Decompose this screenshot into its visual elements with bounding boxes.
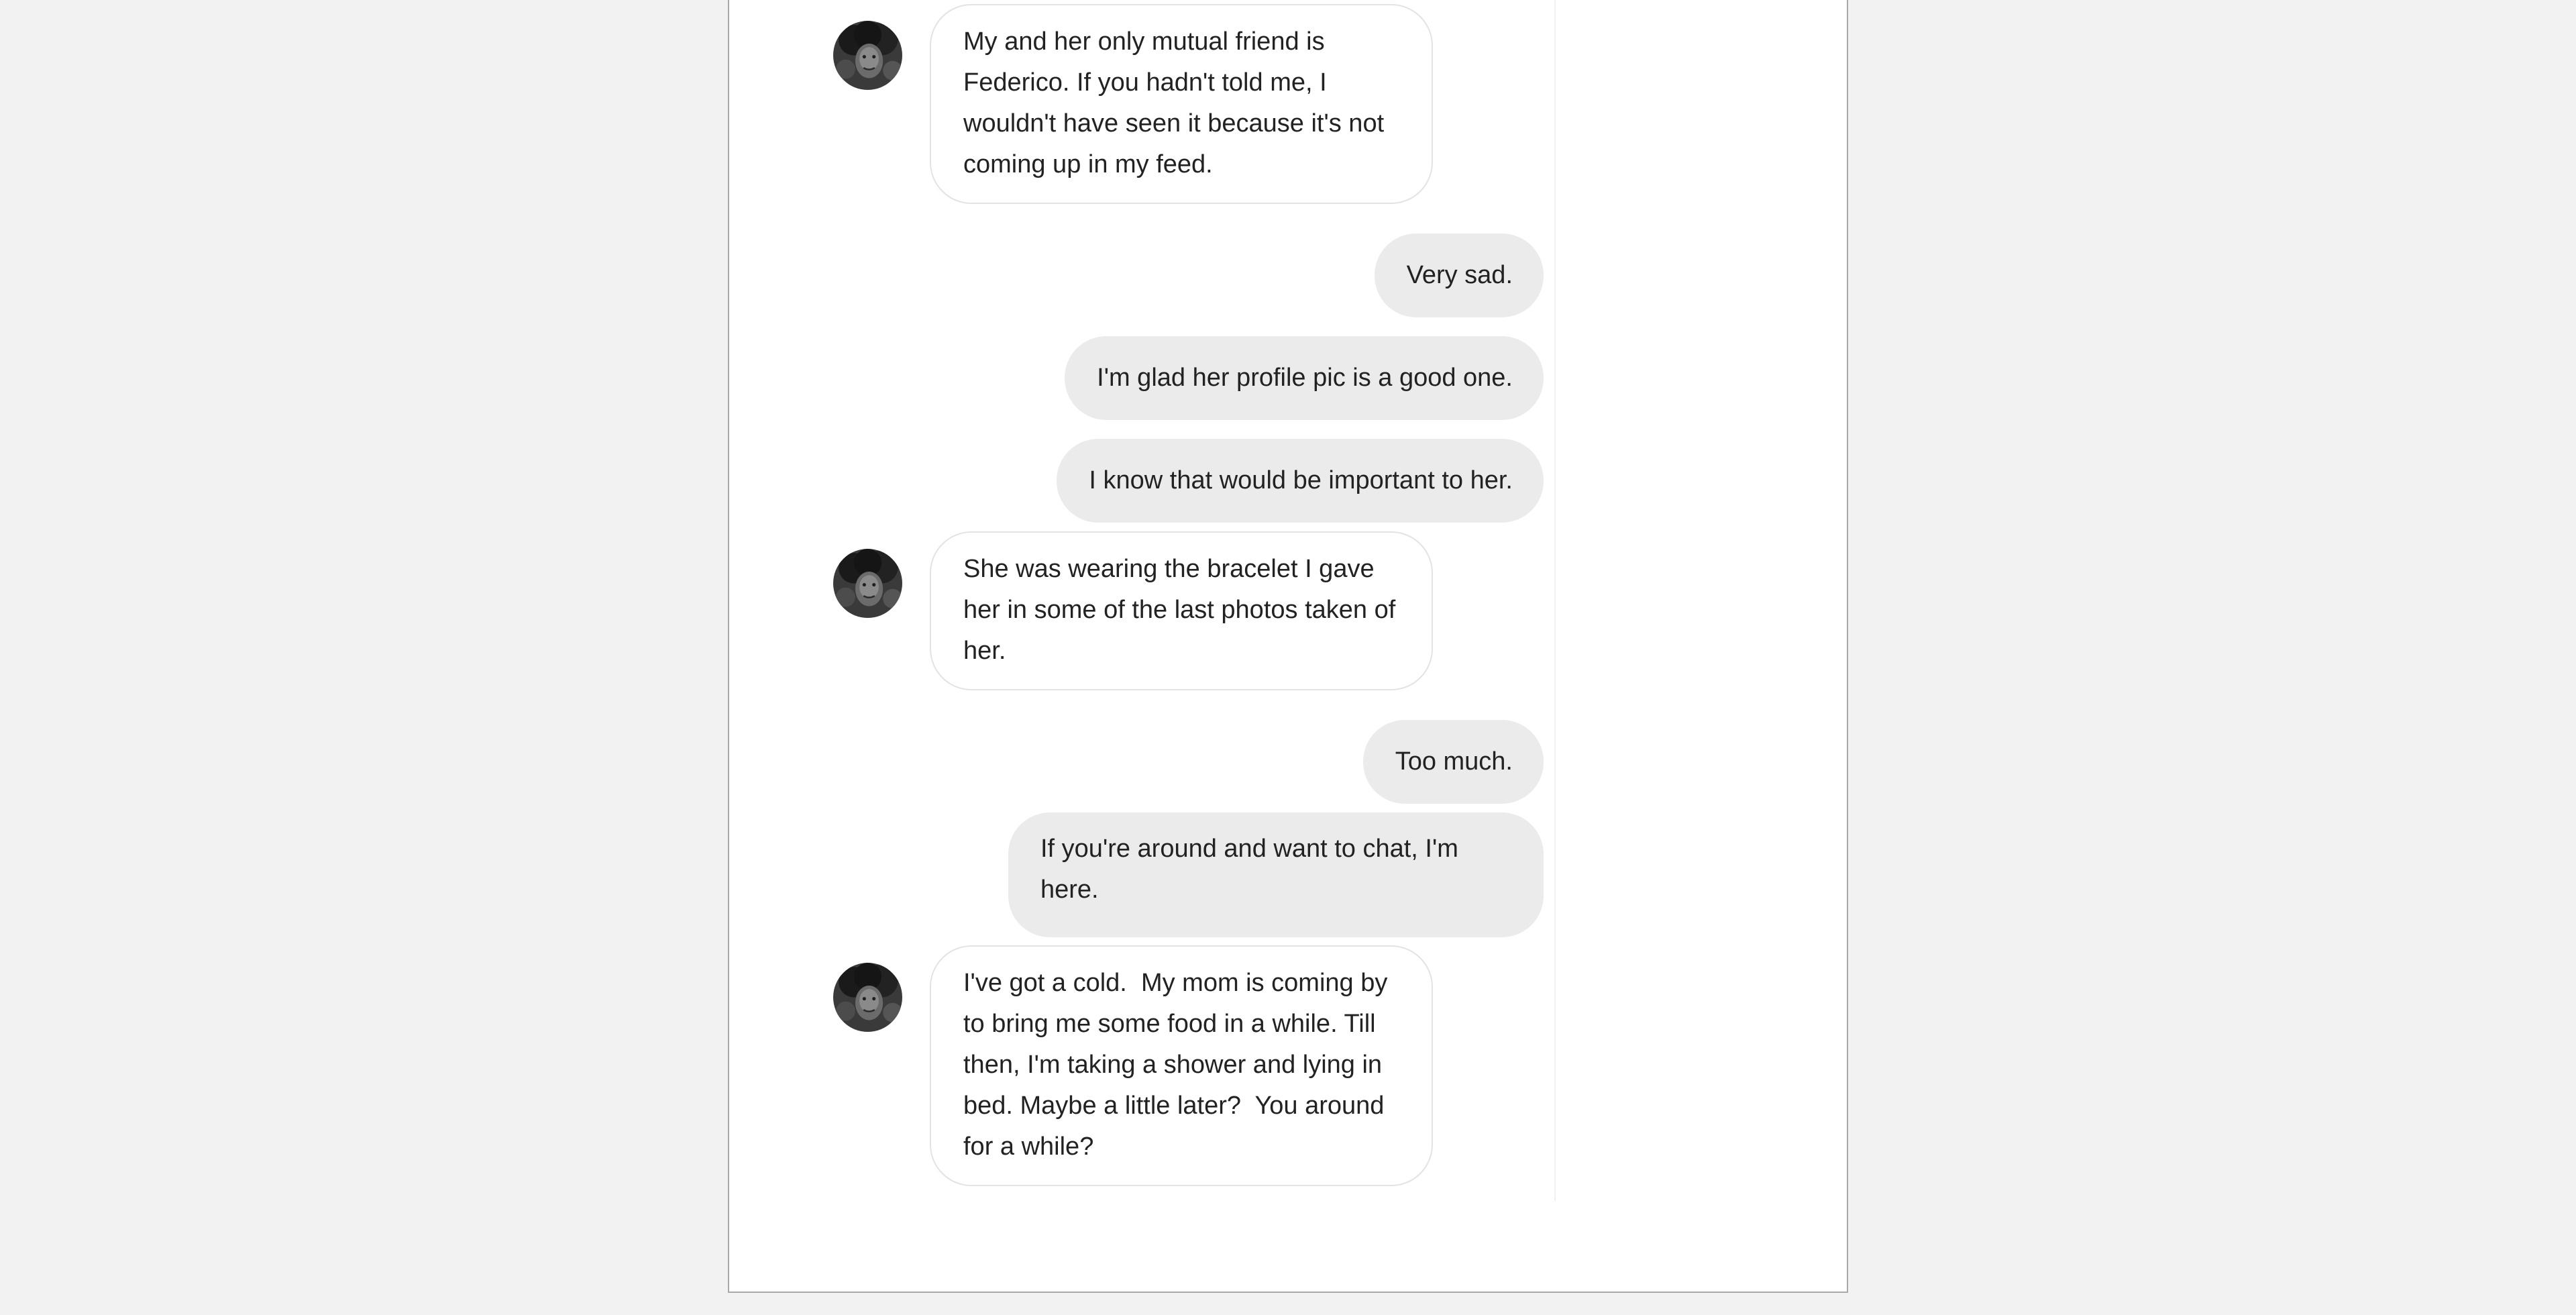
outgoing-message: Very sad. [1374, 233, 1544, 317]
avatar-photo-icon [833, 549, 902, 618]
contact-avatar[interactable] [833, 21, 902, 90]
outgoing-message: If you're around and want to chat, I'm h… [1008, 812, 1544, 937]
contact-avatar[interactable] [833, 963, 902, 1032]
outgoing-message: Too much. [1362, 720, 1544, 804]
avatar-photo-icon [833, 963, 902, 1032]
contact-avatar[interactable] [833, 549, 902, 618]
outgoing-message: I know that would be important to her. [1057, 439, 1544, 523]
incoming-message: She was wearing the bracelet I gave her … [930, 531, 1433, 690]
panel-divider [1554, 0, 1556, 1201]
chat-panel: My and her only mutual friend is Federic… [728, 0, 1848, 1293]
avatar-photo-icon [833, 21, 902, 90]
incoming-message: My and her only mutual friend is Federic… [930, 4, 1433, 204]
outgoing-message: I'm glad her profile pic is a good one. [1065, 336, 1544, 420]
incoming-message: I've got a cold. My mom is coming by to … [930, 945, 1433, 1186]
